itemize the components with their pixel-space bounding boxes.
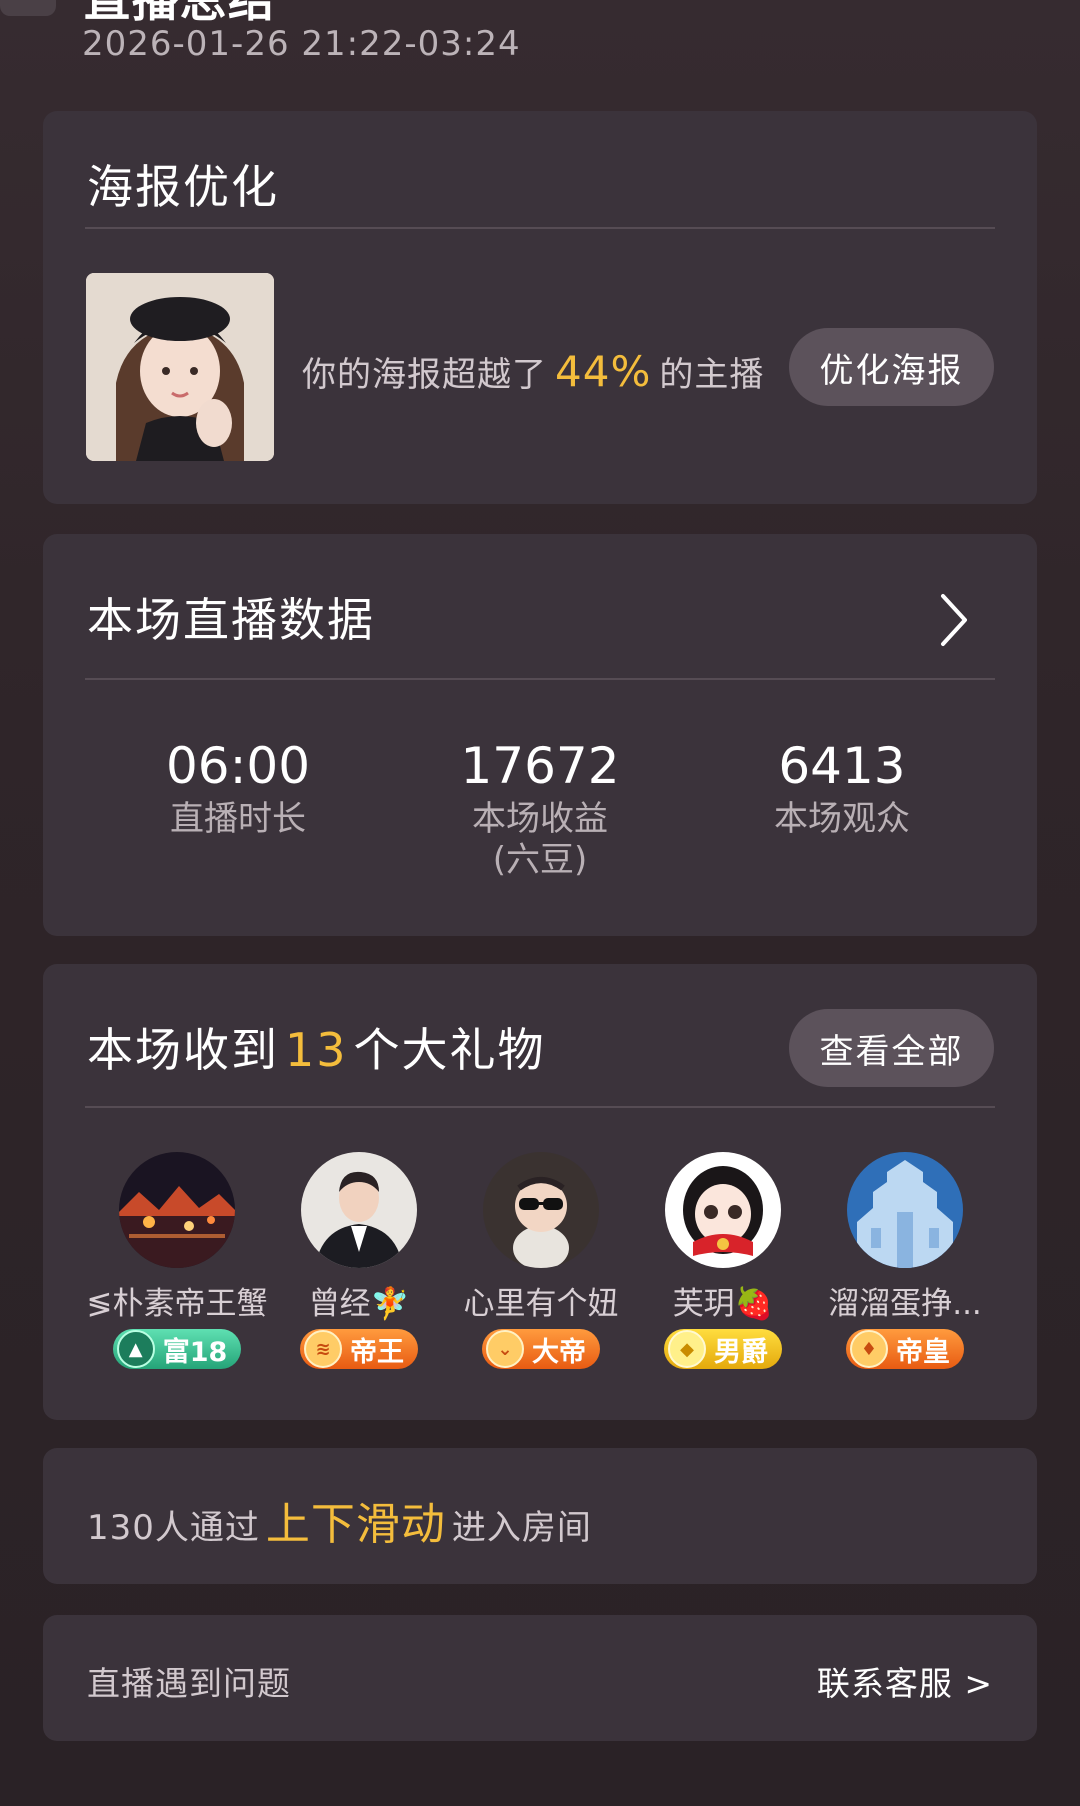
giver-name: 曾经🧚 xyxy=(308,1286,410,1322)
close-icon[interactable] xyxy=(996,0,1040,8)
stat-label: 本场收益 xyxy=(472,799,608,839)
divider xyxy=(85,227,995,229)
optimize-poster-button[interactable]: 优化海报 xyxy=(789,328,994,406)
ice-castle-avatar-icon xyxy=(847,1152,963,1268)
stat-earnings: 17672 本场收益 (六豆) xyxy=(410,736,670,880)
poster-rank-suffix: 的主播 xyxy=(659,355,765,395)
swipe-count: 130人通过 xyxy=(87,1508,260,1548)
big-gifts-card: 本场收到 13 个大礼物 查看全部 ≶朴素帝王蟹 ▲ 富18 曾经🧚 ≋ 帝王 … xyxy=(43,964,1037,1420)
back-chip[interactable] xyxy=(0,0,56,16)
swipe-entry-text: 130人通过 上下滑动 进入房间 xyxy=(87,1488,592,1552)
live-stats-card: 本场直播数据 06:00 直播时长 17672 本场收益 (六豆) 6413 本… xyxy=(43,534,1037,936)
avatar xyxy=(301,1152,417,1268)
man-in-suit-avatar-icon xyxy=(301,1152,417,1268)
poster-rank-percent: 44% xyxy=(555,347,652,396)
diamond-icon: ◆ xyxy=(668,1330,706,1368)
giver-name: 心里有个妞 xyxy=(463,1286,619,1322)
avatar xyxy=(119,1152,235,1268)
level-badge: ▲ 富18 xyxy=(112,1329,242,1369)
live-time-range: 2026-01-26 21:22-03:24 xyxy=(82,24,521,64)
giver-name: 芙玥🍓 xyxy=(672,1286,774,1322)
rank-badge: ◆ 男爵 xyxy=(664,1329,782,1369)
chevron-right-icon[interactable] xyxy=(937,592,971,648)
gifts-title-prefix: 本场收到 xyxy=(87,1023,279,1077)
triangle-icon: ▲ xyxy=(116,1330,155,1368)
swipe-entry-card: 130人通过 上下滑动 进入房间 xyxy=(43,1448,1037,1584)
gift-giver-item[interactable]: 溜溜蛋挣... ♦ 帝皇 xyxy=(814,1152,996,1369)
shield-icon: ≋ xyxy=(304,1330,342,1368)
giver-name: 溜溜蛋挣... xyxy=(828,1286,982,1322)
rank-badge: ⌄ 大帝 xyxy=(482,1329,600,1369)
stat-value: 06:00 xyxy=(165,737,311,795)
stat-unit: (六豆) xyxy=(492,840,588,880)
swipe-highlight: 上下滑动 xyxy=(265,1499,446,1550)
gift-giver-item[interactable]: 芙玥🍓 ◆ 男爵 xyxy=(632,1152,814,1369)
divider xyxy=(85,1106,995,1108)
contact-support-link[interactable]: 联系客服 > xyxy=(817,1657,993,1705)
giver-name: ≶朴素帝王蟹 xyxy=(86,1286,268,1322)
gem-icon: ♦ xyxy=(850,1330,888,1368)
poster-card-title: 海报优化 xyxy=(87,160,279,214)
poster-image-icon xyxy=(86,273,274,461)
badge-label: 富18 xyxy=(162,1336,228,1368)
stat-viewers: 6413 本场观众 xyxy=(712,736,972,840)
gifts-title-suffix: 个大礼物 xyxy=(353,1023,546,1077)
help-card[interactable]: 直播遇到问题 联系客服 > xyxy=(43,1615,1037,1741)
stat-value: 17672 xyxy=(460,737,620,795)
poster-optimization-card: 海报优化 你的海报超越了 44% 的主播 优化海报 xyxy=(43,111,1037,504)
help-text: 直播遇到问题 xyxy=(87,1664,291,1703)
stat-duration: 06:00 直播时长 xyxy=(108,736,368,840)
gifts-card-title: 本场收到 13 个大礼物 xyxy=(87,1014,546,1080)
chevron-icon: ⌄ xyxy=(486,1330,524,1368)
gift-count: 13 xyxy=(285,1023,348,1077)
badge-label: 男爵 xyxy=(714,1336,768,1368)
avatar xyxy=(665,1152,781,1268)
rank-badge: ≋ 帝王 xyxy=(300,1329,418,1369)
gift-giver-item[interactable]: 心里有个妞 ⌄ 大帝 xyxy=(450,1152,632,1369)
stats-card-title: 本场直播数据 xyxy=(87,593,375,647)
gift-giver-item[interactable]: ≶朴素帝王蟹 ▲ 富18 xyxy=(86,1152,268,1369)
badge-label: 大帝 xyxy=(532,1336,586,1368)
live-summary-page: 直播总结 2026-01-26 21:22-03:24 海报优化 你的海报超越了… xyxy=(0,0,1080,1806)
stat-value: 6413 xyxy=(778,737,906,795)
avatar xyxy=(483,1152,599,1268)
cartoon-baby-avatar-icon xyxy=(483,1152,599,1268)
badge-label: 帝王 xyxy=(350,1336,404,1368)
night-scene-avatar-icon xyxy=(119,1152,235,1268)
badge-label: 帝皇 xyxy=(896,1336,950,1368)
view-all-button[interactable]: 查看全部 xyxy=(789,1009,994,1087)
stat-label: 直播时长 xyxy=(170,799,306,839)
divider xyxy=(85,678,995,680)
stat-label: 本场观众 xyxy=(774,799,910,839)
poster-rank-text: 你的海报超越了 44% 的主播 xyxy=(302,347,764,396)
anime-girl-avatar-icon xyxy=(665,1152,781,1268)
swipe-suffix: 进入房间 xyxy=(451,1508,592,1548)
poster-rank-prefix: 你的海报超越了 xyxy=(302,355,547,395)
poster-thumbnail[interactable] xyxy=(86,273,274,461)
avatar xyxy=(847,1152,963,1268)
gift-giver-item[interactable]: 曾经🧚 ≋ 帝王 xyxy=(268,1152,450,1369)
rank-badge: ♦ 帝皇 xyxy=(846,1329,964,1369)
